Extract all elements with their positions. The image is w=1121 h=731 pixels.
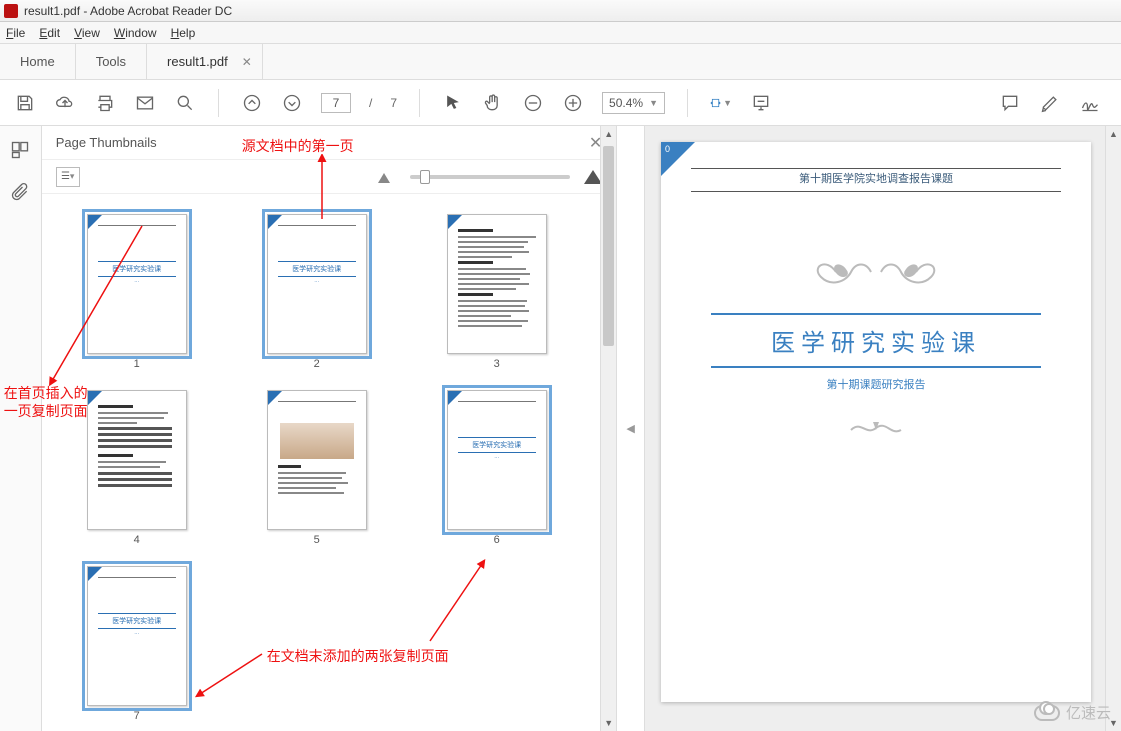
left-nav-rail bbox=[0, 126, 42, 731]
tab-bar: Home Tools result1.pdf ✕ bbox=[0, 44, 1121, 80]
document-page: 0 第十期医学院实地调查报告课题 医学研究实验课 第十期课题研究报告 bbox=[661, 142, 1091, 702]
thumbnails-grid[interactable]: 医学研究实验课··· 1 医学研究实验课··· 2 3 4 bbox=[42, 194, 617, 731]
ornament-top bbox=[691, 252, 1061, 297]
menu-edit[interactable]: Edit bbox=[39, 26, 60, 40]
comment-icon[interactable] bbox=[999, 92, 1021, 114]
thumb-number: 7 bbox=[134, 710, 140, 722]
thumbnails-header: Page Thumbnails ✕ bbox=[42, 126, 617, 160]
ornament-divider bbox=[691, 416, 1061, 445]
menu-bar: File Edit View Window Help bbox=[0, 22, 1121, 44]
thumb-number: 3 bbox=[494, 358, 500, 370]
page-main-title: 医学研究实验课 bbox=[711, 313, 1041, 368]
cloud-icon[interactable] bbox=[54, 92, 76, 114]
menu-window[interactable]: Window bbox=[114, 26, 157, 40]
page-corner-number: 0 bbox=[665, 144, 670, 154]
print-icon[interactable] bbox=[94, 92, 116, 114]
tab-tools[interactable]: Tools bbox=[76, 44, 147, 79]
thumbnails-panel: Page Thumbnails ✕ ☰ ▾ 医学研究实验课··· 1 医学研究实… bbox=[42, 126, 618, 731]
page-number-input[interactable]: 7 bbox=[321, 93, 351, 113]
watermark-text: 亿速云 bbox=[1066, 702, 1111, 723]
zoom-in-icon[interactable] bbox=[562, 92, 584, 114]
zoom-value: 50.4% bbox=[609, 96, 643, 110]
toolbar: 7 / 7 50.4% ▼ ▼ bbox=[0, 80, 1121, 126]
select-tool-icon[interactable] bbox=[442, 92, 464, 114]
email-icon[interactable] bbox=[134, 92, 156, 114]
thumbnails-toolbar: ☰ ▾ bbox=[42, 160, 617, 194]
tab-close-icon[interactable]: ✕ bbox=[242, 55, 252, 69]
thumb-number: 4 bbox=[134, 534, 140, 546]
page-subtitle: 第十期课题研究报告 bbox=[691, 376, 1061, 392]
scroll-up-icon[interactable]: ▲ bbox=[1106, 126, 1121, 142]
toolbar-separator bbox=[419, 89, 420, 117]
window-titlebar: result1.pdf - Adobe Acrobat Reader DC bbox=[0, 0, 1121, 22]
thumbnails-scrollbar[interactable]: ▲ ▼ bbox=[600, 126, 616, 731]
hand-tool-icon[interactable] bbox=[482, 92, 504, 114]
cloud-icon bbox=[1034, 705, 1060, 721]
thumb-number: 6 bbox=[494, 534, 500, 546]
menu-file[interactable]: File bbox=[6, 26, 25, 40]
tab-document[interactable]: result1.pdf ✕ bbox=[147, 44, 263, 79]
toolbar-separator bbox=[687, 89, 688, 117]
menu-help[interactable]: Help bbox=[171, 26, 196, 40]
page-separator: / bbox=[369, 96, 372, 110]
thumbnails-icon[interactable] bbox=[10, 140, 30, 160]
window-title: result1.pdf - Adobe Acrobat Reader DC bbox=[24, 4, 232, 18]
fit-width-icon[interactable]: ▼ bbox=[710, 92, 732, 114]
reflow-icon[interactable] bbox=[750, 92, 772, 114]
thumbnail-options-button[interactable]: ☰ ▾ bbox=[56, 167, 80, 187]
thumb-number: 1 bbox=[134, 358, 140, 370]
save-icon[interactable] bbox=[14, 92, 36, 114]
watermark: 亿速云 bbox=[1034, 702, 1111, 723]
zoom-out-icon[interactable] bbox=[522, 92, 544, 114]
thumbnail-page-6[interactable]: 医学研究实验课··· 6 bbox=[442, 390, 552, 546]
scroll-thumb[interactable] bbox=[603, 146, 614, 346]
header-rule-2 bbox=[691, 191, 1061, 192]
page-header-text: 第十期医学院实地调查报告课题 bbox=[793, 170, 959, 186]
thumbnail-page-2[interactable]: 医学研究实验课··· 2 bbox=[262, 214, 372, 370]
menu-view[interactable]: View bbox=[74, 26, 100, 40]
header-rule bbox=[691, 168, 1061, 169]
page-down-icon[interactable] bbox=[281, 92, 303, 114]
tab-home[interactable]: Home bbox=[0, 44, 76, 79]
thumbnails-title: Page Thumbnails bbox=[56, 135, 157, 150]
thumbnail-page-5[interactable]: 5 bbox=[262, 390, 372, 546]
attachments-icon[interactable] bbox=[10, 182, 30, 202]
thumb-size-small-icon[interactable] bbox=[378, 170, 396, 184]
thumbnail-page-7[interactable]: 医学研究实验课··· 7 bbox=[82, 566, 192, 722]
scroll-up-icon[interactable]: ▲ bbox=[601, 126, 616, 142]
thumb-number: 5 bbox=[314, 534, 320, 546]
caret-down-icon: ▼ bbox=[649, 98, 658, 108]
sign-icon[interactable] bbox=[1079, 92, 1101, 114]
thumbnail-page-4[interactable]: 4 bbox=[82, 390, 192, 546]
scroll-down-icon[interactable]: ▼ bbox=[601, 715, 616, 731]
zoom-dropdown[interactable]: 50.4% ▼ bbox=[602, 92, 665, 114]
page-total: 7 bbox=[390, 96, 397, 110]
thumbnail-page-3[interactable]: 3 bbox=[442, 214, 552, 370]
toolbar-separator bbox=[218, 89, 219, 117]
document-view[interactable]: 0 第十期医学院实地调查报告课题 医学研究实验课 第十期课题研究报告 ▲ ▼ bbox=[645, 126, 1121, 731]
thumbnail-page-1[interactable]: 医学研究实验课··· 1 bbox=[82, 214, 192, 370]
search-icon[interactable] bbox=[174, 92, 196, 114]
collapse-left-icon[interactable]: ◀ bbox=[626, 422, 634, 435]
highlight-icon[interactable] bbox=[1039, 92, 1061, 114]
document-scrollbar[interactable]: ▲ ▼ bbox=[1105, 126, 1121, 731]
tab-document-label: result1.pdf bbox=[167, 54, 228, 69]
app-icon bbox=[4, 4, 18, 18]
panel-splitter[interactable]: ◀ bbox=[617, 126, 645, 731]
thumb-number: 2 bbox=[314, 358, 320, 370]
thumbnail-size-slider[interactable] bbox=[410, 175, 570, 179]
page-up-icon[interactable] bbox=[241, 92, 263, 114]
